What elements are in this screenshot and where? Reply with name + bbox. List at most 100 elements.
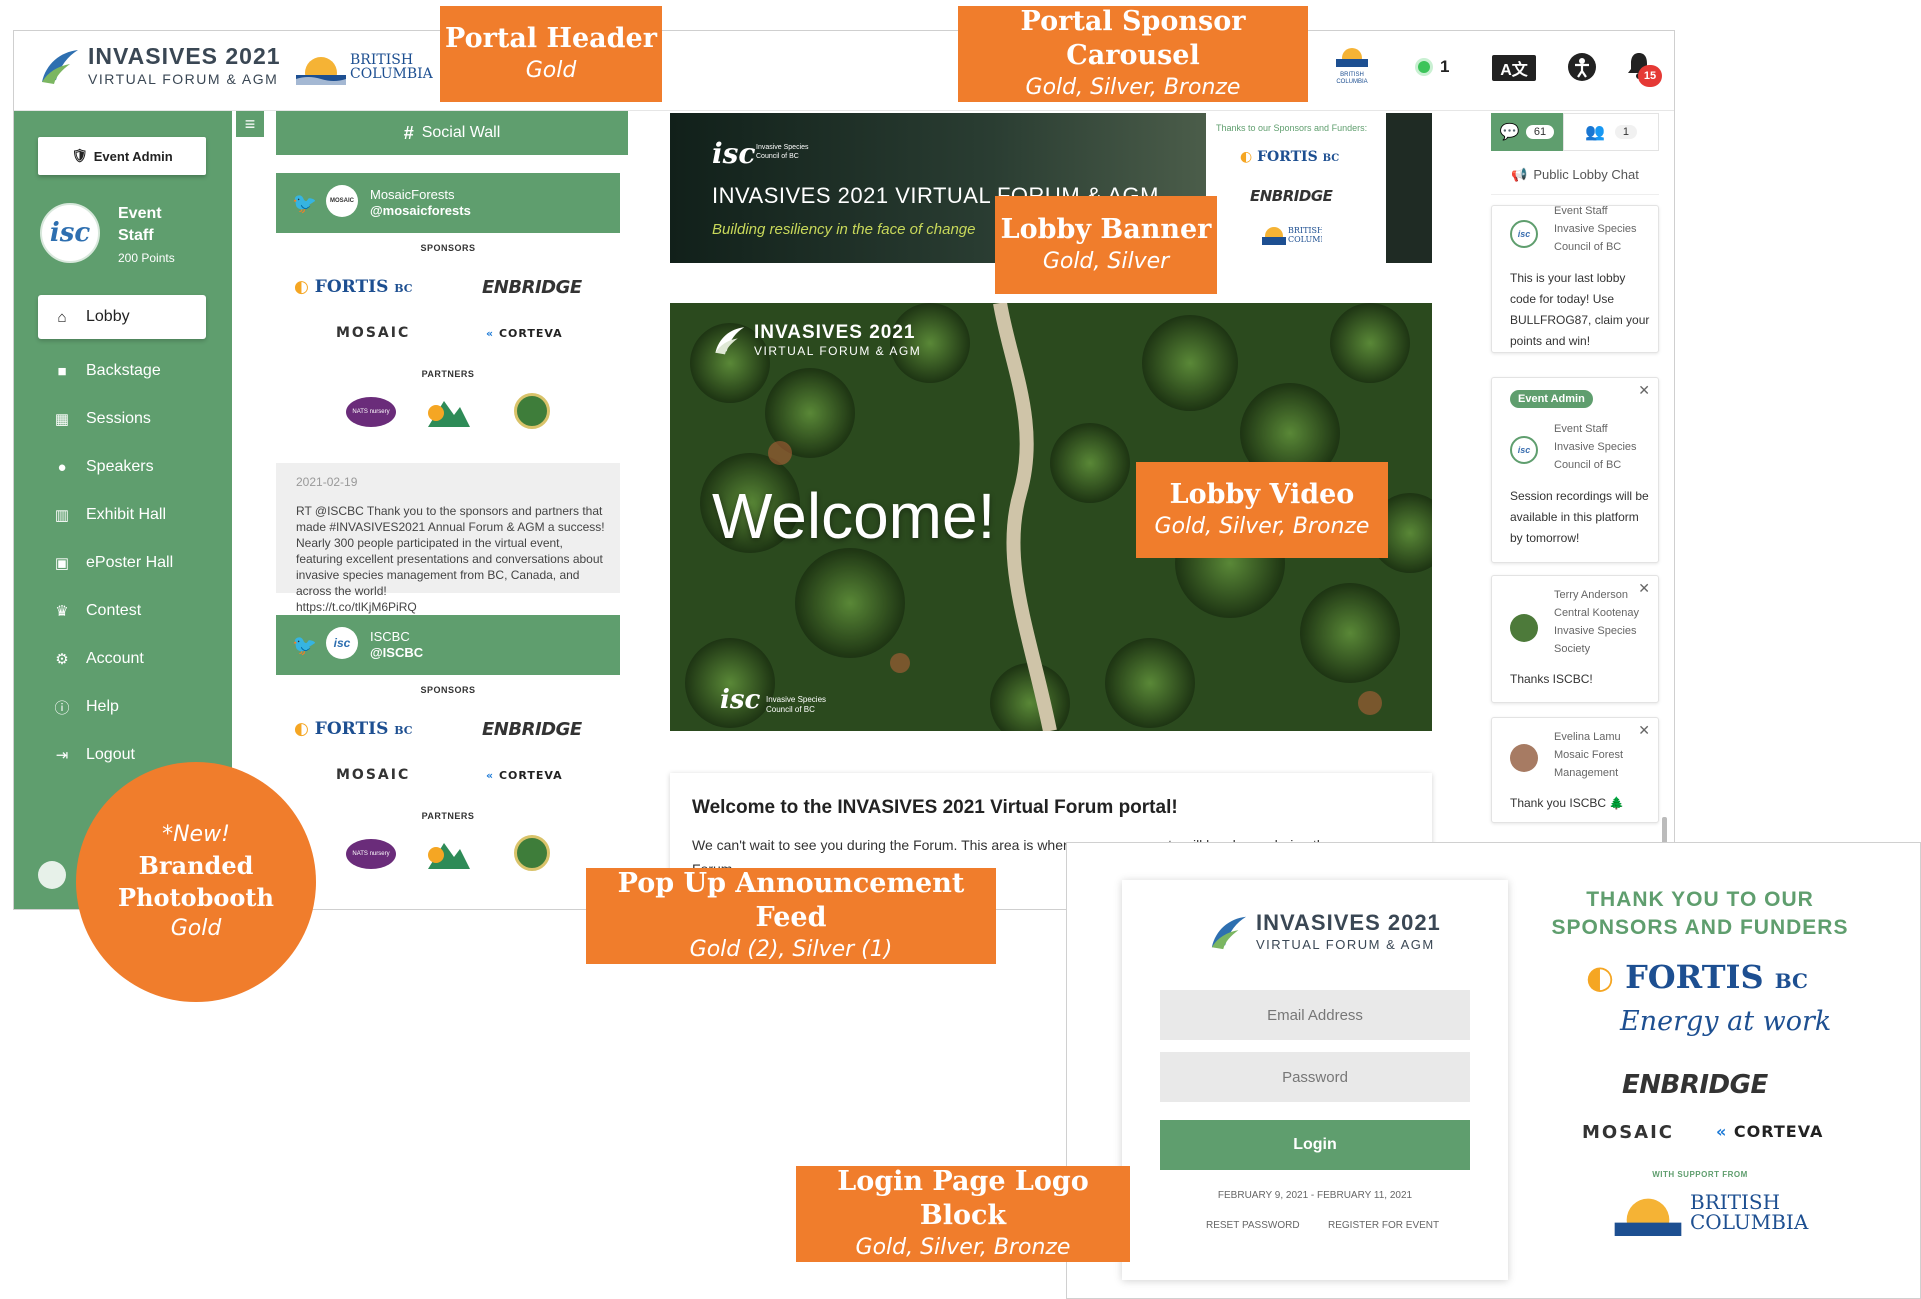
reset-password-link[interactable]: RESET PASSWORD	[1206, 1220, 1300, 1231]
user-name-1: Event	[118, 205, 162, 222]
chat-message: Event Admin ✕ isc Event Staff Invasive S…	[1491, 377, 1659, 563]
meta-line: Invasive Species	[1554, 223, 1637, 235]
thank-line-2: SPONSORS AND FUNDERS	[1551, 916, 1849, 939]
close-icon[interactable]: ✕	[1638, 580, 1650, 597]
chat-count-badge: 61	[1525, 125, 1555, 139]
banner-org: Invasive Species Council of BC	[756, 144, 809, 160]
callout-title: Login Page Logo Block	[837, 1166, 1089, 1231]
translate-icon[interactable]: A文	[1492, 55, 1536, 81]
login-invasives-logo: INVASIVES 2021 VIRTUAL FORUM & AGM	[1208, 912, 1441, 951]
user-avatar[interactable]: isc	[40, 203, 100, 263]
callout-line: Branded	[138, 851, 254, 880]
login-button[interactable]: Login	[1160, 1120, 1470, 1170]
callout-sponsor-carousel: Portal Sponsor Carousel Gold, Silver, Br…	[958, 6, 1308, 102]
banner-sponsor-panel: Thanks to our Sponsors and Funders: ◐ FO…	[1206, 113, 1386, 263]
person-icon: ●	[57, 458, 67, 476]
sidebar-item-speakers[interactable]: ● Speakers	[38, 445, 206, 489]
tweet-card[interactable]: 🐦 MOSAIC MosaicForests @mosaicforests SP…	[276, 173, 620, 614]
sidebar-item-help[interactable]: ⓘ Help	[38, 685, 206, 729]
chat-title: 📢 Public Lobby Chat	[1491, 155, 1659, 195]
tweet-avatar: MOSAIC	[326, 185, 358, 217]
sidebar-item-contest[interactable]: ♛ Contest	[38, 589, 206, 633]
tweet-handle: @mosaicforests	[370, 203, 471, 218]
sidebar-item-backstage[interactable]: ■ Backstage	[38, 349, 206, 393]
callout-sub: Gold	[525, 58, 577, 83]
chat-avatar	[1510, 614, 1538, 642]
video-org-1: Invasive Species	[766, 695, 827, 704]
callout-announcement-feed: Pop Up Announcement Feed Gold (2), Silve…	[586, 868, 996, 964]
callout-sub: Gold (2), Silver (1)	[689, 937, 893, 962]
people-count-badge: 1	[1614, 125, 1638, 139]
password-field[interactable]: Password	[1160, 1052, 1470, 1102]
chat-text: Thanks ISCBC!	[1510, 672, 1593, 686]
chat-meta: Evelina Lamu Mosaic Forest Management	[1554, 728, 1623, 782]
accessibility-icon[interactable]	[1568, 53, 1596, 81]
trophy-icon: ♛	[55, 603, 69, 620]
meta-line: Management	[1554, 767, 1619, 779]
tweet-link[interactable]: https://t.co/tlKjM6PiRQ	[296, 599, 606, 615]
chat-message: ✕ Evelina Lamu Mosaic Forest Management …	[1491, 717, 1659, 823]
tweet-author: ISCBC @ISCBC	[370, 629, 423, 661]
bc-small-logo[interactable]: BRITISH COLUMBIA	[1334, 43, 1370, 86]
video-logo-sub: VIRTUAL FORUM & AGM	[754, 344, 922, 358]
bc-logo: BRITISH COLUMBIA	[296, 49, 433, 85]
nav-label: Backstage	[86, 362, 161, 379]
fortis-bc-text: BC	[1774, 969, 1808, 993]
callout-line: Photobooth	[118, 883, 274, 912]
chat-avatar	[1510, 744, 1538, 772]
logout-icon: ⇥	[55, 747, 69, 764]
notifications-bell-icon[interactable]: 15	[1626, 51, 1662, 87]
portal-window: INVASIVES 2021 VIRTUAL FORUM & AGM BRITI…	[13, 30, 1675, 910]
email-field[interactable]: Email Address	[1160, 990, 1470, 1040]
callout-title: Lobby Video	[1169, 479, 1355, 510]
chat-text: Thank you ISCBC 🌲	[1510, 796, 1625, 810]
callout-title: Portal Sponsor Carousel	[1020, 6, 1246, 71]
support-label: WITH SUPPORT FROM	[1652, 1170, 1748, 1179]
chat-meta: Event Staff Invasive Species Council of …	[1554, 420, 1637, 474]
online-indicator[interactable]: 1	[1418, 57, 1449, 77]
fortis-text: FORTIS	[314, 719, 389, 739]
tweet-handle: @ISCBC	[370, 645, 424, 660]
meta-line: Terry Anderson	[1554, 589, 1628, 601]
svg-text:BRITISH: BRITISH	[1288, 226, 1322, 235]
close-icon[interactable]: ✕	[1638, 382, 1650, 399]
welcome-text: Welcome!	[712, 480, 996, 552]
meta-line: Central Kootenay	[1554, 607, 1639, 619]
sidebar-item-exhibit-hall[interactable]: ▥ Exhibit Hall	[38, 493, 206, 537]
corteva-text: CORTEVA	[498, 327, 563, 340]
tweet-header: 🐦 isc ISCBC @ISCBC	[276, 615, 620, 675]
bc-sun-icon	[296, 57, 346, 85]
menu-toggle-icon[interactable]: ≡	[236, 111, 264, 137]
tweet-card[interactable]: 🐦 isc ISCBC @ISCBC SPONSORS ◐ FORTIS BC …	[276, 615, 620, 909]
sidebar-item-eposter-hall[interactable]: ▣ ePoster Hall	[38, 541, 206, 585]
megaphone-icon: 📢	[1511, 166, 1528, 182]
sidebar-item-account[interactable]: ⚙ Account	[38, 637, 206, 681]
chat-text: Session recordings will be available in …	[1510, 489, 1649, 545]
bc-small-text: BRITISH COLUMBIA	[1336, 72, 1368, 85]
announcement-title: Welcome to the INVASIVES 2021 Virtual Fo…	[692, 797, 1178, 818]
register-link[interactable]: REGISTER FOR EVENT	[1328, 1220, 1439, 1231]
chat-tab-people[interactable]: 👥 1	[1563, 113, 1659, 151]
shield-icon: 🛡	[71, 148, 88, 163]
sidebar-item-lobby[interactable]: ⌂ Lobby	[38, 295, 206, 339]
powered-by-icon[interactable]	[38, 861, 66, 889]
chat-tab-messages[interactable]: 💬 61	[1491, 113, 1563, 151]
callout-portal-header: Portal Header Gold	[440, 6, 662, 102]
event-admin-button[interactable]: 🛡 Event Admin	[38, 137, 206, 175]
callout-login-block: Login Page Logo Block Gold, Silver, Bron…	[796, 1166, 1130, 1262]
invasives-logo[interactable]: INVASIVES 2021 VIRTUAL FORUM & AGM	[38, 45, 281, 86]
callout-title: Lobby Banner	[1000, 214, 1212, 245]
sidebar-item-sessions[interactable]: ▦ Sessions	[38, 397, 206, 441]
chat-bubble-icon: 💬	[1499, 124, 1520, 141]
enbridge-logo-large: ENBRIDGE	[1622, 1070, 1768, 1100]
lions-gate-logo	[514, 393, 550, 429]
corteva-text: CORTEVA	[1733, 1122, 1824, 1141]
login-logo-title: INVASIVES 2021	[1256, 910, 1441, 935]
login-logo-sub: VIRTUAL FORUM & AGM	[1256, 937, 1435, 952]
close-icon[interactable]: ✕	[1638, 722, 1650, 739]
meta-line: Event Staff	[1554, 423, 1608, 435]
transmountain-logo	[424, 389, 472, 433]
chat-message: ✕ Terry Anderson Central Kootenay Invasi…	[1491, 575, 1659, 703]
isc-logo: isc	[712, 137, 756, 170]
online-count: 1	[1440, 57, 1450, 76]
